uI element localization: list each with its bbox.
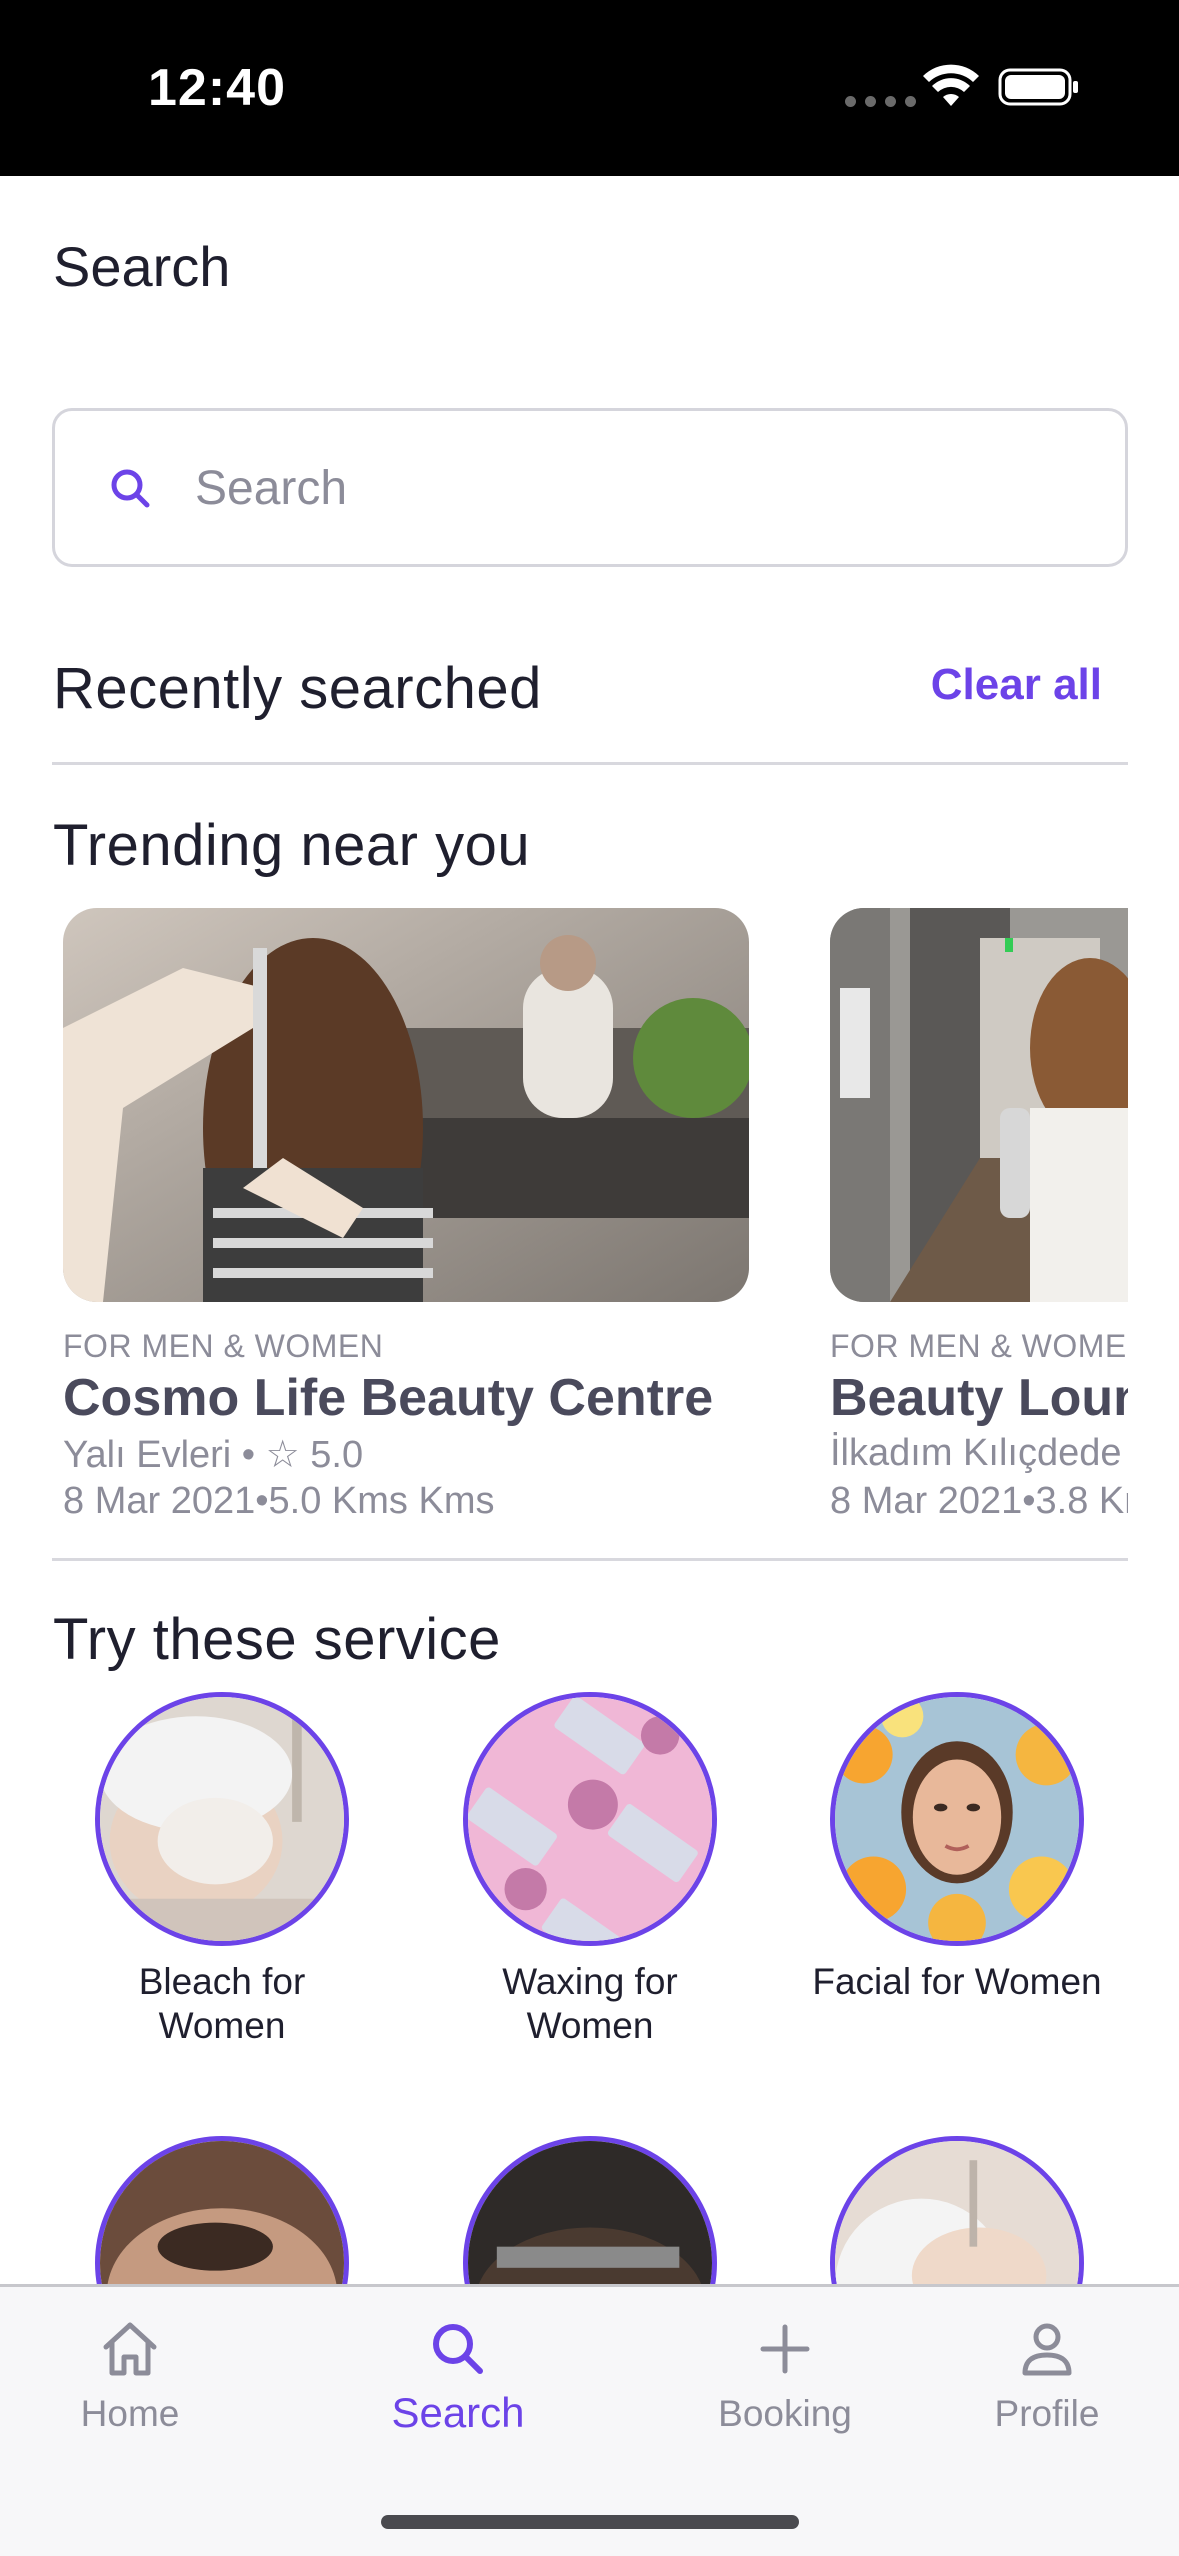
status-bar: 12:40 [0, 0, 1179, 176]
service-label: Waxing for Women [502, 1961, 678, 2046]
battery-icon [998, 68, 1078, 106]
home-indicator[interactable] [381, 2515, 799, 2529]
search-icon [111, 469, 150, 508]
home-icon [103, 2322, 157, 2376]
service-item[interactable]: Waxing for Women [440, 1692, 740, 2048]
service-image [830, 1692, 1084, 1946]
card-date-distance: 8 Mar 2021•5.0 Kms Kms [63, 1480, 495, 1522]
clear-all-button[interactable]: Clear all [931, 660, 1102, 710]
service-label: Bleach for Women [138, 1961, 306, 2046]
recently-searched-heading: Recently searched [53, 656, 542, 721]
card-title: Beauty Lounge [830, 1369, 1128, 1427]
tab-profile[interactable]: Profile [937, 2317, 1157, 2435]
tab-label: Profile [994, 2393, 1100, 2434]
tab-booking[interactable]: Booking [675, 2317, 895, 2435]
divider [52, 762, 1128, 765]
page-title: Search [53, 235, 231, 298]
service-image [95, 1692, 349, 1946]
card-tag: FOR MEN & WOMEN [63, 1328, 384, 1364]
status-time: 12:40 [148, 59, 286, 117]
person-icon [1022, 2323, 1072, 2376]
search-field[interactable] [52, 408, 1128, 567]
card-location: Yalı Evleri • ☆ 5.0 [63, 1434, 364, 1476]
trending-heading: Trending near you [53, 813, 531, 878]
tab-label: Home [80, 2393, 180, 2434]
plus-icon [760, 2324, 810, 2374]
trending-carousel[interactable]: FOR MEN & WOMEN Cosmo Life Beauty Centre… [0, 900, 1128, 1540]
service-image [463, 1692, 717, 1946]
tab-home[interactable]: Home [20, 2317, 240, 2435]
service-item[interactable]: Bleach for Women [72, 1692, 372, 2048]
search-icon [433, 2324, 483, 2374]
card-title: Cosmo Life Beauty Centre [63, 1369, 714, 1427]
search-input[interactable] [195, 441, 1075, 536]
tab-label: Search [391, 2389, 525, 2436]
wifi-icon [923, 64, 979, 106]
divider [52, 1558, 1128, 1561]
card-date-distance: 8 Mar 2021•3.8 Kms [830, 1480, 1128, 1522]
salon-photo [63, 908, 749, 1302]
tab-label: Booking [718, 2393, 852, 2434]
salon-photo [830, 908, 1128, 1302]
service-label: Facial for Women [812, 1961, 1102, 2002]
service-item[interactable]: Facial for Women [807, 1692, 1107, 2004]
card-location: İlkadım Kılıçdede [830, 1432, 1122, 1474]
services-heading: Try these service [53, 1607, 501, 1672]
tab-search[interactable]: Search [348, 2317, 568, 2437]
card-tag: FOR MEN & WOMEN [830, 1328, 1128, 1364]
cellular-signal-icon [845, 96, 916, 107]
